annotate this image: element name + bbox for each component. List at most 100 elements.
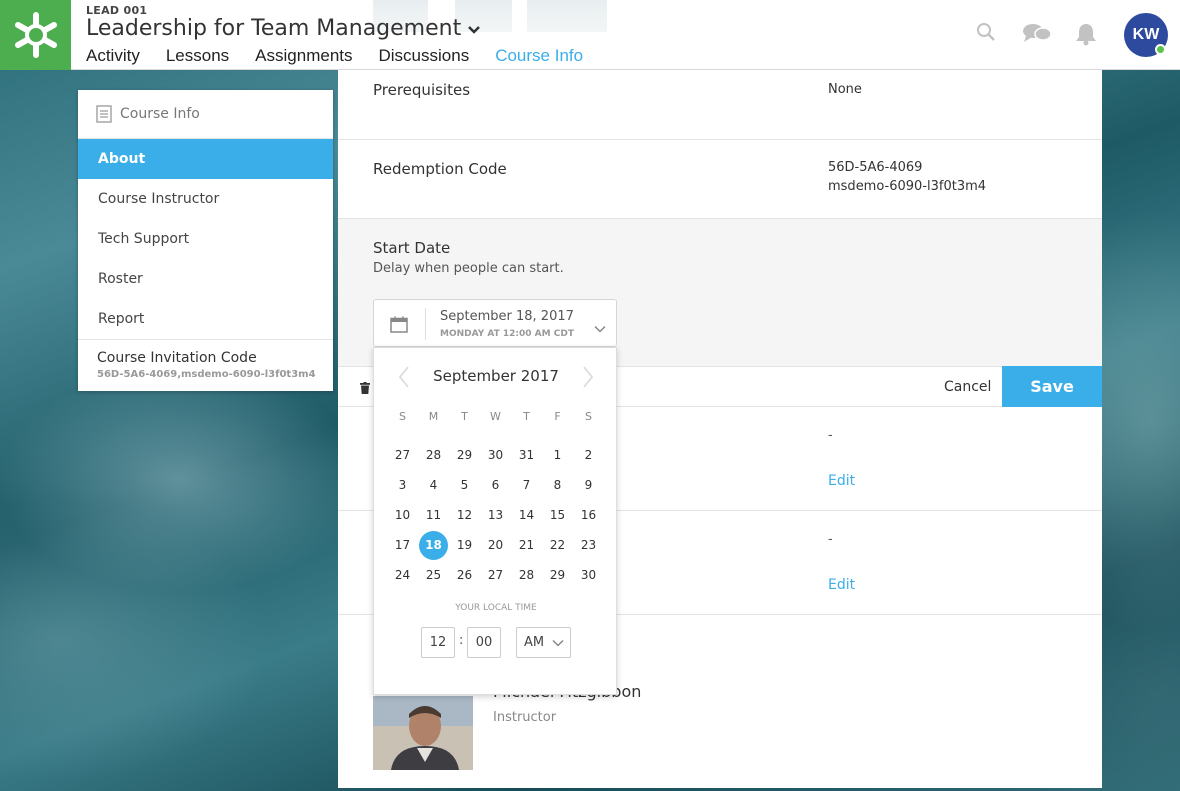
calendar-day[interactable]: 11 <box>418 500 449 530</box>
calendar-day[interactable]: 13 <box>480 500 511 530</box>
redemption-code-value: 56D-5A6-4069 msdemo-6090-l3f0t3m4 <box>828 158 986 196</box>
calendar-day[interactable]: 30 <box>573 560 604 590</box>
calendar-day-selected[interactable]: 18 <box>418 530 449 560</box>
calendar-day[interactable]: 8 <box>542 470 573 500</box>
tab-assignments[interactable]: Assignments <box>255 46 352 72</box>
thumbnail <box>527 0 607 32</box>
selected-day-label: 18 <box>419 530 448 560</box>
calendar-day[interactable]: 26 <box>449 560 480 590</box>
chevron-down-icon <box>552 639 564 647</box>
calendar-day[interactable]: 20 <box>480 530 511 560</box>
instructor-role: Instructor <box>493 710 557 725</box>
hour-input[interactable]: 12 <box>421 627 455 658</box>
divider <box>425 308 426 340</box>
instructor-photo <box>373 696 473 770</box>
calendar-day[interactable]: 14 <box>511 500 542 530</box>
weekday-label: S <box>585 410 592 423</box>
chevron-down-icon <box>467 16 481 41</box>
info-row-value: - <box>828 428 833 443</box>
weekday-header: S M T W T F S <box>387 410 604 423</box>
app-logo[interactable] <box>0 0 71 70</box>
weekday-label: T <box>523 410 530 423</box>
invitation-code-label: Course Invitation Code <box>97 350 257 366</box>
ampm-value: AM <box>524 635 545 650</box>
search-icon[interactable] <box>976 22 996 46</box>
sidebar-item-tech-support[interactable]: Tech Support <box>78 219 333 259</box>
prerequisites-row: Prerequisites None <box>338 70 1102 140</box>
local-time-label: YOUR LOCAL TIME <box>455 603 537 613</box>
calendar-day[interactable]: 31 <box>511 440 542 470</box>
sidebar-item-roster[interactable]: Roster <box>78 259 333 299</box>
asterisk-logo-icon <box>14 12 57 58</box>
calendar-day[interactable]: 5 <box>449 470 480 500</box>
sidebar-item-report[interactable]: Report <box>78 299 333 339</box>
calendar-week: 17 18 19 20 21 22 23 <box>387 530 604 560</box>
calendar-day[interactable]: 4 <box>418 470 449 500</box>
calendar-day[interactable]: 28 <box>418 440 449 470</box>
prerequisites-value: None <box>828 82 862 97</box>
calendar-day[interactable]: 1 <box>542 440 573 470</box>
tab-activity[interactable]: Activity <box>86 46 140 72</box>
tab-course-info[interactable]: Course Info <box>495 46 584 72</box>
calendar-day[interactable]: 19 <box>449 530 480 560</box>
calendar-day[interactable]: 24 <box>387 560 418 590</box>
chat-icon[interactable] <box>1022 22 1052 48</box>
calendar-day[interactable]: 27 <box>480 560 511 590</box>
save-button[interactable]: Save <box>1002 366 1102 407</box>
calendar-day[interactable]: 25 <box>418 560 449 590</box>
calendar-day[interactable]: 30 <box>480 440 511 470</box>
calendar-day[interactable]: 21 <box>511 530 542 560</box>
calendar-week: 27 28 29 30 31 1 2 <box>387 440 604 470</box>
bell-icon[interactable] <box>1075 22 1097 50</box>
edit-link[interactable]: Edit <box>828 473 855 489</box>
course-title: Leadership for Team Management <box>86 16 462 41</box>
ampm-select[interactable]: AM <box>516 627 571 658</box>
trash-icon[interactable] <box>360 379 370 398</box>
sidebar-header: Course Info <box>78 90 333 139</box>
start-date-value: September 18, 2017 <box>440 309 574 324</box>
weekday-label: F <box>554 410 561 423</box>
calendar-icon <box>390 316 408 337</box>
sidebar-item-about[interactable]: About <box>78 139 333 179</box>
course-tabs: Activity Lessons Assignments Discussions… <box>86 46 609 72</box>
calendar-day[interactable]: 2 <box>573 440 604 470</box>
weekday-label: S <box>399 410 406 423</box>
top-header: LEAD 001 Leadership for Team Management … <box>0 0 1180 72</box>
calendar-day[interactable]: 22 <box>542 530 573 560</box>
calendar-day[interactable]: 10 <box>387 500 418 530</box>
calendar-day[interactable]: 29 <box>542 560 573 590</box>
edit-link[interactable]: Edit <box>828 577 855 593</box>
calendar-day[interactable]: 23 <box>573 530 604 560</box>
calendar-day[interactable]: 17 <box>387 530 418 560</box>
online-status-dot <box>1155 44 1166 55</box>
invitation-code-value: 56D-5A6-4069,msdemo-6090-l3f0t3m4 <box>97 369 316 380</box>
calendar-day[interactable]: 16 <box>573 500 604 530</box>
calendar-day[interactable]: 15 <box>542 500 573 530</box>
start-date-time: MONDAY AT 12:00 AM CDT <box>440 329 574 339</box>
calendar-day[interactable]: 6 <box>480 470 511 500</box>
calendar-day[interactable]: 9 <box>573 470 604 500</box>
weekday-label: M <box>428 410 439 423</box>
calendar-day[interactable]: 28 <box>511 560 542 590</box>
calendar-day[interactable]: 12 <box>449 500 480 530</box>
calendar-day[interactable]: 7 <box>511 470 542 500</box>
start-date-label: Start Date <box>373 239 451 257</box>
start-date-input[interactable]: September 18, 2017 MONDAY AT 12:00 AM CD… <box>373 299 617 347</box>
chevron-right-icon[interactable] <box>582 366 594 392</box>
calendar-day[interactable]: 3 <box>387 470 418 500</box>
calendar-day[interactable]: 27 <box>387 440 418 470</box>
weekday-label: T <box>461 410 468 423</box>
calendar-grid: 27 28 29 30 31 1 2 3 4 5 6 7 8 9 10 11 1… <box>387 440 604 590</box>
tab-discussions[interactable]: Discussions <box>379 46 470 72</box>
sidebar-invitation-code[interactable]: Course Invitation Code 56D-5A6-4069,msde… <box>78 339 333 390</box>
calendar-day[interactable]: 29 <box>449 440 480 470</box>
course-title-dropdown[interactable]: Leadership for Team Management <box>86 16 481 41</box>
time-separator: : <box>459 633 464 648</box>
course-info-sidebar: Course Info About Course Instructor Tech… <box>78 90 333 391</box>
start-date-description: Delay when people can start. <box>373 261 564 276</box>
sidebar-item-course-instructor[interactable]: Course Instructor <box>78 179 333 219</box>
tab-lessons[interactable]: Lessons <box>166 46 229 72</box>
cancel-button[interactable]: Cancel <box>944 379 991 395</box>
minute-input[interactable]: 00 <box>467 627 501 658</box>
redemption-code-line: 56D-5A6-4069 <box>828 160 923 175</box>
